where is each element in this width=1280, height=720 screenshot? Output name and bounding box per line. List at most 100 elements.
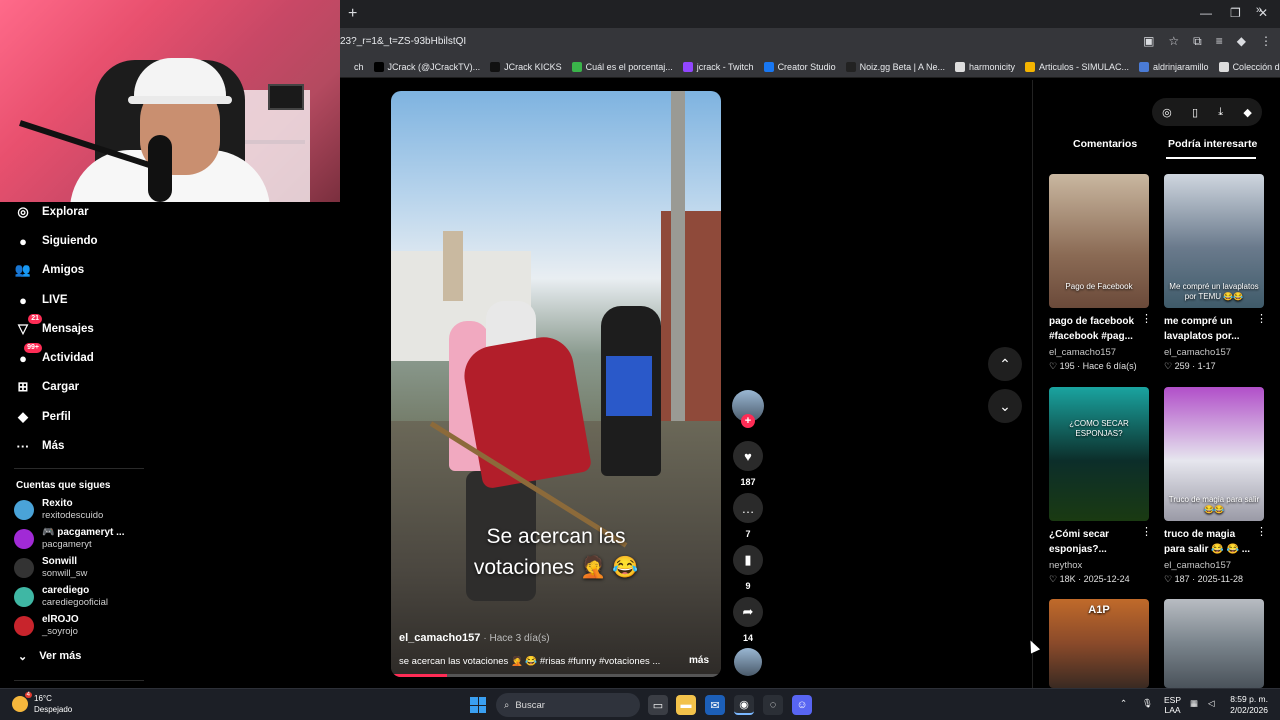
card-title[interactable]: pago de facebook #facebook #pag... [1049, 314, 1139, 344]
previous-video-button[interactable]: ⌃ [988, 347, 1022, 381]
card-author[interactable]: neythox [1049, 560, 1082, 571]
sidebar-item-más[interactable]: ··· Más [14, 437, 65, 455]
following-account[interactable]: Sonwill sonwill_sw [14, 556, 87, 580]
save-button[interactable]: ▮ 9 [732, 545, 764, 591]
creator-avatar-button[interactable]: + [732, 390, 764, 428]
bookmark-item[interactable]: Articulos - SIMULAC... [1025, 61, 1129, 72]
bookmark-item[interactable]: jcrack - Twitch [682, 61, 754, 72]
network-icon[interactable]: ▦ [1190, 698, 1198, 708]
following-account[interactable]: elROJO _soyrojo [14, 614, 79, 638]
video-thumbnail[interactable] [1164, 599, 1264, 688]
like-button[interactable]: ♥ 187 [732, 441, 764, 487]
new-tab-button[interactable]: + [348, 5, 357, 23]
bookmark-star-icon[interactable]: ☆ [1168, 34, 1179, 49]
video-thumbnail[interactable]: ¿COMO SECAR ESPONJAS? [1049, 387, 1149, 521]
music-disc-button[interactable] [732, 648, 764, 676]
avatar[interactable] [14, 587, 34, 607]
video-progress-bar[interactable] [391, 674, 721, 677]
bookmark-item[interactable]: ch [340, 61, 364, 72]
video-thumbnail[interactable]: Truco de magia para salir 😂😂 [1164, 387, 1264, 521]
video-author-name[interactable]: el_camacho157 [399, 632, 480, 644]
restore-icon[interactable]: ❐ [1230, 6, 1241, 20]
compass-icon[interactable]: ◎ [1162, 106, 1172, 119]
url-text[interactable]: 23?_r=1&_t=ZS-93bHbilstQI [340, 36, 466, 47]
bookmark-item[interactable]: Creator Studio [763, 61, 836, 72]
share-icon[interactable]: ➦ [733, 597, 763, 627]
card-options-icon[interactable]: ⋮ [1256, 525, 1267, 538]
video-player[interactable]: Se acercan las votaciones 🤦 😂 el_camacho… [391, 91, 721, 677]
sidebar-item-explorar[interactable]: ◎ Explorar [14, 203, 88, 221]
see-more-button[interactable]: ⌄ Ver más [18, 650, 81, 663]
card-title[interactable]: truco de magia para salir 😂 😂 ... [1164, 527, 1254, 557]
music-disc-icon[interactable] [734, 648, 762, 676]
next-video-button[interactable]: ⌄ [988, 389, 1022, 423]
address-bar[interactable] [340, 28, 1280, 56]
volume-icon[interactable]: ◁ [1208, 698, 1215, 708]
cast-icon[interactable]: ▣ [1143, 34, 1154, 49]
comment-icon[interactable]: … [733, 493, 763, 523]
card-author[interactable]: el_camacho157 [1049, 347, 1116, 358]
card-author[interactable]: el_camacho157 [1164, 560, 1231, 571]
bookmark-item[interactable]: harmonicity [954, 61, 1015, 72]
share-button[interactable]: ➦ 14 [732, 597, 764, 643]
avatar[interactable] [14, 500, 34, 520]
chrome-icon[interactable]: ◉ [734, 695, 754, 715]
bookmark-icon[interactable]: ▮ [733, 545, 763, 575]
comment-button[interactable]: … 7 [732, 493, 764, 539]
extensions-icon[interactable]: ⧉ [1193, 34, 1202, 49]
card-author[interactable]: el_camacho157 [1164, 347, 1231, 358]
profile-icon[interactable]: ◆ [1237, 34, 1246, 49]
sidebar-item-actividad[interactable]: ● 99+ Actividad [14, 343, 94, 367]
follow-plus-icon[interactable]: + [741, 414, 755, 428]
discord-icon[interactable]: ☺ [792, 695, 812, 715]
weather-widget[interactable]: 4 16°C Despejado [12, 692, 72, 715]
sidebar-item-siguiendo[interactable]: ● Siguiendo [14, 232, 98, 250]
card-options-icon[interactable]: ⋮ [1141, 525, 1152, 538]
tray-chevron-icon[interactable]: ⌃ [1120, 698, 1127, 708]
clock[interactable]: 8:59 p. m. 2/02/2026 [1230, 694, 1268, 716]
microphone-tray-icon[interactable]: 🎙 [1142, 698, 1153, 708]
video-thumbnail[interactable]: A1P [1049, 599, 1149, 688]
minimize-icon[interactable]: — [1200, 6, 1212, 20]
video-thumbnail[interactable]: Pago de Facebook [1049, 174, 1149, 308]
obs-icon[interactable]: ◌ [763, 695, 783, 715]
profile-avatar-icon[interactable]: ◆ [1243, 106, 1251, 119]
download-icon[interactable]: ⤓ [1218, 106, 1223, 119]
task-view-icon[interactable]: ▭ [648, 695, 668, 715]
bookmark-item[interactable]: Noiz.gg Beta | A Ne... [845, 61, 945, 72]
bookmark-item[interactable]: aldrinjaramillo [1139, 61, 1209, 72]
tab-interesting[interactable]: Podría interesarte [1168, 138, 1257, 150]
sidebar-item-perfil[interactable]: ◆ Perfil [14, 408, 71, 426]
video-thumbnail[interactable]: Me compré un lavaplatos por TEMU 😂😂 [1164, 174, 1264, 308]
sidebar-item-mensajes[interactable]: ▽ 21 Mensajes [14, 314, 94, 338]
sidebar-item-amigos[interactable]: 👥 Amigos [14, 261, 84, 279]
avatar[interactable]: + [732, 390, 764, 428]
bookmark-item[interactable]: JCrack KICKS [490, 61, 562, 72]
following-account[interactable]: 🎮 pacgameryt ... pacgameryt [14, 527, 124, 551]
phone-icon[interactable]: ▯ [1192, 106, 1198, 119]
tab-comments[interactable]: Comentarios [1073, 138, 1137, 150]
mail-icon[interactable]: ✉ [705, 695, 725, 715]
following-account[interactable]: Rexito rexitodescuido [14, 498, 103, 522]
video-author[interactable]: el_camacho157 · Hace 3 día(s) [399, 632, 550, 644]
card-options-icon[interactable]: ⋮ [1141, 312, 1152, 325]
heart-icon[interactable]: ♥ [733, 441, 763, 471]
bookmarks-more-button[interactable]: » [1256, 4, 1262, 16]
video-more-button[interactable]: más [689, 655, 709, 666]
avatar[interactable] [14, 616, 34, 636]
card-title[interactable]: ¿Cómi secar esponjas?... [1049, 527, 1139, 557]
windows-start-icon[interactable] [470, 697, 486, 713]
sidebar-item-cargar[interactable]: ⊞ Cargar [14, 378, 80, 396]
bookmark-item[interactable]: Cuál es el porcentaj... [571, 61, 673, 72]
bookmark-item[interactable]: JCrack (@JCrackTV)... [373, 61, 480, 72]
avatar[interactable] [14, 529, 34, 549]
language-indicator[interactable]: ESP LAA [1164, 695, 1181, 715]
bookmark-item[interactable]: Colección de M_blei... [1218, 61, 1280, 72]
card-options-icon[interactable]: ⋮ [1256, 312, 1267, 325]
sidebar-item-live[interactable]: ● LIVE [14, 291, 68, 309]
avatar[interactable] [14, 558, 34, 578]
file-explorer-icon[interactable]: ▬ [676, 695, 696, 715]
following-account[interactable]: carediego carediegooficial [14, 585, 108, 609]
menu-icon[interactable]: ⋮ [1260, 34, 1272, 49]
card-title[interactable]: me compré un lavaplatos por... [1164, 314, 1254, 344]
